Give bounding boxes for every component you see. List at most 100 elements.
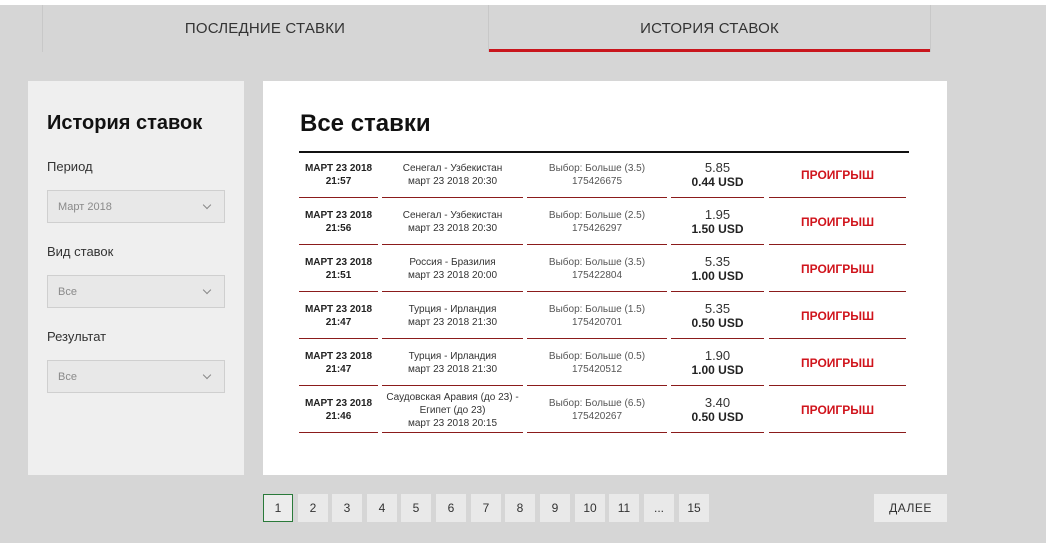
bet-result: ПРОИГРЫШ xyxy=(800,214,875,229)
bet-id: 175420701 xyxy=(571,317,623,328)
page-button-11[interactable]: 11 xyxy=(609,494,639,522)
bet-amount: 0.50 USD xyxy=(691,316,744,330)
bet-result-cell: ПРОИГРЫШ xyxy=(769,341,906,386)
bet-match-cell: Сенегал - Узбекистан март 23 2018 20:30 xyxy=(382,200,523,245)
bet-match: Сенегал - Узбекистан xyxy=(402,163,503,174)
bet-match-time: март 23 2018 20:00 xyxy=(407,270,498,281)
bet-match-time: март 23 2018 20:30 xyxy=(407,176,498,187)
bet-date-cell: МАРТ 23 2018 21:47 xyxy=(299,294,378,339)
period-select[interactable]: Март 2018 xyxy=(47,190,225,223)
bet-result: ПРОИГРЫШ xyxy=(800,355,875,370)
bet-result: ПРОИГРЫШ xyxy=(800,308,875,323)
bet-id: 175420267 xyxy=(571,411,623,422)
bet-odds: 5.85 xyxy=(704,160,731,175)
bet-selection: Выбор: Больше (1.5) xyxy=(548,304,646,315)
bet-id: 175422804 xyxy=(571,270,623,281)
result-select[interactable]: Все xyxy=(47,360,225,393)
bet-selection: Выбор: Больше (0.5) xyxy=(548,351,646,362)
bet-date-cell: МАРТ 23 2018 21:46 xyxy=(299,388,378,433)
tab-recent-bets[interactable]: ПОСЛЕДНИЕ СТАВКИ xyxy=(42,5,487,52)
tab-bar: ПОСЛЕДНИЕ СТАВКИ ИСТОРИЯ СТАВОК xyxy=(0,5,1046,52)
bet-selection-cell: Выбор: Больше (2.5) 175426297 xyxy=(527,200,667,245)
page-button-3[interactable]: 3 xyxy=(332,494,362,522)
page-button-2[interactable]: 2 xyxy=(298,494,328,522)
bet-selection: Выбор: Больше (3.5) xyxy=(548,163,646,174)
bet-time: 21:51 xyxy=(325,270,352,281)
bet-match-cell: Турция - Ирландия март 23 2018 21:30 xyxy=(382,294,523,339)
page-button-1[interactable]: 1 xyxy=(263,494,293,522)
bet-match-time: март 23 2018 21:30 xyxy=(407,364,498,375)
bet-odds: 3.40 xyxy=(704,395,731,410)
bet-date: МАРТ 23 2018 xyxy=(304,351,373,362)
page-ellipsis: ... xyxy=(644,494,674,522)
page-button-4[interactable]: 4 xyxy=(367,494,397,522)
bet-selection-cell: Выбор: Больше (3.5) 175422804 xyxy=(527,247,667,292)
next-page-button[interactable]: ДАЛЕЕ xyxy=(874,494,947,522)
bet-match-cell: Саудовская Аравия (до 23) - Египет (до 2… xyxy=(382,388,523,433)
page-button-5[interactable]: 5 xyxy=(401,494,431,522)
bet-result: ПРОИГРЫШ xyxy=(800,167,875,182)
sidebar-title: История ставок xyxy=(47,112,203,134)
bet-match: Саудовская Аравия (до 23) - Египет (до 2… xyxy=(386,391,519,416)
bet-date-cell: МАРТ 23 2018 21:57 xyxy=(299,153,378,198)
page-button-7[interactable]: 7 xyxy=(471,494,501,522)
bet-selection-cell: Выбор: Больше (1.5) 175420701 xyxy=(527,294,667,339)
bets-panel: Все ставки МАРТ 23 2018 21:57 Сенегал - Уз… xyxy=(263,81,947,475)
bet-result-cell: ПРОИГРЫШ xyxy=(769,294,906,339)
bet-match-cell: Турция - Ирландия март 23 2018 21:30 xyxy=(382,341,523,386)
bet-row: МАРТ 23 2018 21:56 Сенегал - Узбекистан мар… xyxy=(299,200,906,247)
bet-amount: 1.00 USD xyxy=(691,363,744,377)
chevron-down-icon xyxy=(202,200,212,209)
bet-match-time: март 23 2018 21:30 xyxy=(407,317,498,328)
bet-match: Турция - Ирландия xyxy=(408,351,497,362)
bet-date: МАРТ 23 2018 xyxy=(304,163,373,174)
bet-odds: 5.35 xyxy=(704,254,731,269)
period-select-value: Март 2018 xyxy=(58,200,112,213)
bet-date-cell: МАРТ 23 2018 21:47 xyxy=(299,341,378,386)
bet-selection: Выбор: Больше (2.5) xyxy=(548,210,646,221)
bet-date: МАРТ 23 2018 xyxy=(304,210,373,221)
bet-row: МАРТ 23 2018 21:46 Саудовская Аравия (до 2… xyxy=(299,388,906,435)
chevron-down-icon xyxy=(202,370,212,379)
bet-odds-cell: 5.85 0.44 USD xyxy=(671,153,764,198)
bet-date: МАРТ 23 2018 xyxy=(304,257,373,268)
bet-match-time: март 23 2018 20:15 xyxy=(407,417,498,429)
page-button-8[interactable]: 8 xyxy=(505,494,535,522)
bet-match: Россия - Бразилия xyxy=(409,257,496,268)
page-title: Все ставки xyxy=(300,110,431,137)
bet-amount: 0.44 USD xyxy=(691,175,744,189)
bet-odds: 1.90 xyxy=(704,348,731,363)
page-button-10[interactable]: 10 xyxy=(575,494,605,522)
bet-amount: 1.00 USD xyxy=(691,269,744,283)
bet-match: Турция - Ирландия xyxy=(408,304,497,315)
bet-odds-cell: 5.35 1.00 USD xyxy=(671,247,764,292)
bet-odds-cell: 1.90 1.00 USD xyxy=(671,341,764,386)
tab-bet-history[interactable]: ИСТОРИЯ СТАВОК xyxy=(488,5,931,52)
bet-selection-cell: Выбор: Больше (3.5) 175426675 xyxy=(527,153,667,198)
bet-odds-cell: 5.35 0.50 USD xyxy=(671,294,764,339)
bet-id: 175426675 xyxy=(571,176,623,187)
bet-selection-cell: Выбор: Больше (6.5) 175420267 xyxy=(527,388,667,433)
page-button-9[interactable]: 9 xyxy=(540,494,570,522)
bet-row: МАРТ 23 2018 21:51 Россия - Бразилия март 2… xyxy=(299,247,906,294)
period-label: Период xyxy=(47,159,93,174)
bet-amount: 1.50 USD xyxy=(691,222,744,236)
bet-match-cell: Сенегал - Узбекистан март 23 2018 20:30 xyxy=(382,153,523,198)
page-button-6[interactable]: 6 xyxy=(436,494,466,522)
bet-match-cell: Россия - Бразилия март 23 2018 20:00 xyxy=(382,247,523,292)
bet-odds: 1.95 xyxy=(704,207,731,222)
page-button-15[interactable]: 15 xyxy=(679,494,709,522)
bet-date-cell: МАРТ 23 2018 21:51 xyxy=(299,247,378,292)
bet-odds-cell: 1.95 1.50 USD xyxy=(671,200,764,245)
result-label: Результат xyxy=(47,329,107,344)
bet-date: МАРТ 23 2018 xyxy=(304,304,373,315)
bet-type-select[interactable]: Все xyxy=(47,275,225,308)
bet-time: 21:57 xyxy=(325,176,352,187)
bet-type-label: Вид ставок xyxy=(47,244,114,259)
bet-amount: 0.50 USD xyxy=(691,410,744,424)
bet-selection: Выбор: Больше (6.5) xyxy=(548,398,646,409)
bet-row: МАРТ 23 2018 21:47 Турция - Ирландия март 2… xyxy=(299,294,906,341)
bet-row: МАРТ 23 2018 21:57 Сенегал - Узбекистан мар… xyxy=(299,153,906,200)
bet-result-cell: ПРОИГРЫШ xyxy=(769,388,906,433)
bet-selection: Выбор: Больше (3.5) xyxy=(548,257,646,268)
